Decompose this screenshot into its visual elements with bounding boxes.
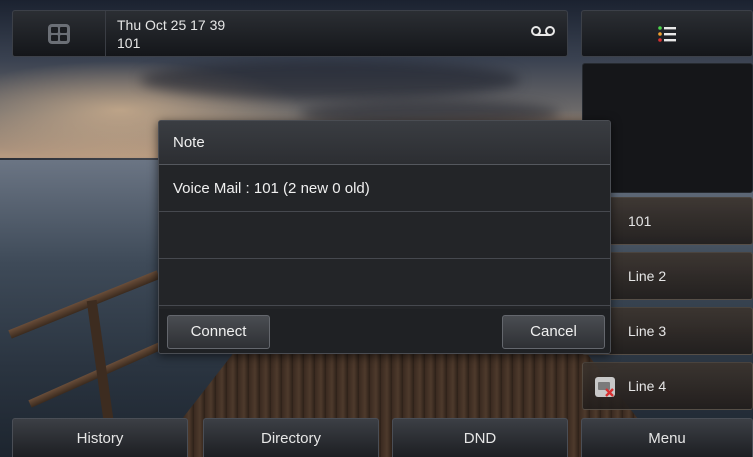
softkey-dnd[interactable]: DND (392, 418, 568, 457)
line-key-label: 101 (628, 213, 652, 229)
softkey-history[interactable]: History (12, 418, 188, 457)
softkey-menu[interactable]: Menu (581, 418, 753, 457)
cancel-button[interactable]: Cancel (502, 315, 605, 349)
line-key-label: Line 4 (628, 378, 667, 394)
voicemail-icon[interactable] (530, 25, 556, 39)
list-menu-icon (658, 25, 676, 42)
dialog-empty-row (159, 212, 610, 259)
voicemail-message: Voice Mail : 101 (2 new 0 old) (159, 165, 610, 212)
note-dialog: Note Voice Mail : 101 (2 new 0 old) Conn… (158, 120, 611, 354)
line-key-label: Line 2 (628, 268, 667, 284)
apps-button[interactable] (13, 11, 106, 56)
softkey-directory[interactable]: Directory (203, 418, 379, 457)
line-key-label: Line 3 (628, 323, 667, 339)
dialog-footer: Connect Cancel (159, 309, 610, 353)
account-number: 101 (117, 35, 141, 51)
date-time: Thu Oct 25 17 39 (117, 17, 226, 33)
menu-list-button[interactable] (581, 10, 753, 57)
status-bar: Thu Oct 25 17 39 101 (12, 10, 568, 57)
wallpaper-cloud (140, 60, 520, 100)
connect-button[interactable]: Connect (167, 315, 270, 349)
grid-icon (48, 23, 70, 44)
dialog-empty-row (159, 259, 610, 306)
dialog-title: Note (159, 121, 610, 165)
line-key-line-4[interactable]: Line 4 (582, 362, 753, 410)
status-info: Thu Oct 25 17 39 101 (117, 16, 225, 52)
unregistered-icon (595, 377, 615, 397)
